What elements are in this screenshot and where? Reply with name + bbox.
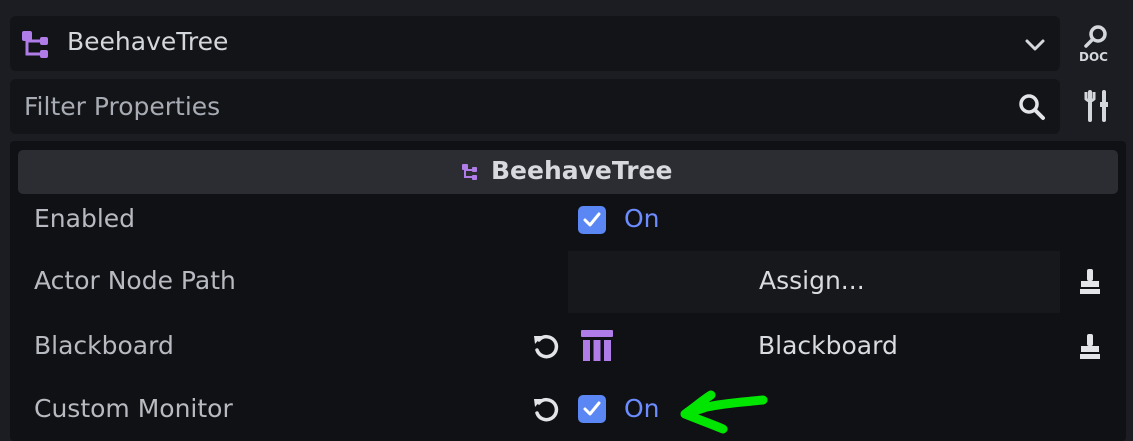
node-selector[interactable]: BeehaveTree — [10, 16, 1060, 71]
property-label: Enabled — [34, 204, 136, 233]
assign-label: Assign... — [759, 266, 865, 295]
beehave-tree-icon — [22, 31, 48, 58]
enabled-checkbox[interactable] — [578, 206, 606, 234]
property-enabled: Enabled On — [10, 190, 1126, 252]
node-name: BeehaveTree — [67, 27, 229, 56]
section-title: BeehaveTree — [491, 156, 673, 185]
filter-placeholder: Filter Properties — [24, 92, 221, 121]
svg-text:DOC: DOC — [1079, 50, 1108, 64]
blackboard-icon — [581, 330, 613, 361]
filter-properties-field[interactable]: Filter Properties — [10, 79, 1060, 134]
section-header[interactable]: BeehaveTree — [18, 150, 1118, 194]
property-actor-node-path: Actor Node Path Assign... — [10, 251, 1126, 313]
property-label: Blackboard — [34, 331, 174, 360]
search-icon — [1019, 94, 1045, 120]
property-label: Custom Monitor — [34, 394, 233, 423]
clear-icon[interactable] — [1078, 333, 1102, 361]
enabled-value[interactable]: On — [624, 204, 660, 233]
custom-monitor-value[interactable]: On — [624, 394, 660, 423]
custom-monitor-checkbox[interactable] — [578, 395, 606, 423]
beehave-tree-icon — [462, 164, 477, 180]
property-label: Actor Node Path — [34, 266, 236, 295]
property-blackboard: Blackboard Blackboard — [10, 315, 1126, 377]
tools-icon[interactable] — [1083, 90, 1111, 122]
revert-icon[interactable] — [532, 395, 560, 423]
clear-icon[interactable] — [1078, 268, 1102, 296]
annotation-arrow-icon — [680, 390, 768, 434]
property-custom-monitor: Custom Monitor On — [10, 378, 1126, 440]
doc-search-icon[interactable]: DOC — [1078, 24, 1114, 64]
chevron-down-icon[interactable] — [1024, 34, 1046, 56]
revert-icon[interactable] — [532, 332, 560, 360]
blackboard-value[interactable]: Blackboard — [758, 331, 898, 360]
